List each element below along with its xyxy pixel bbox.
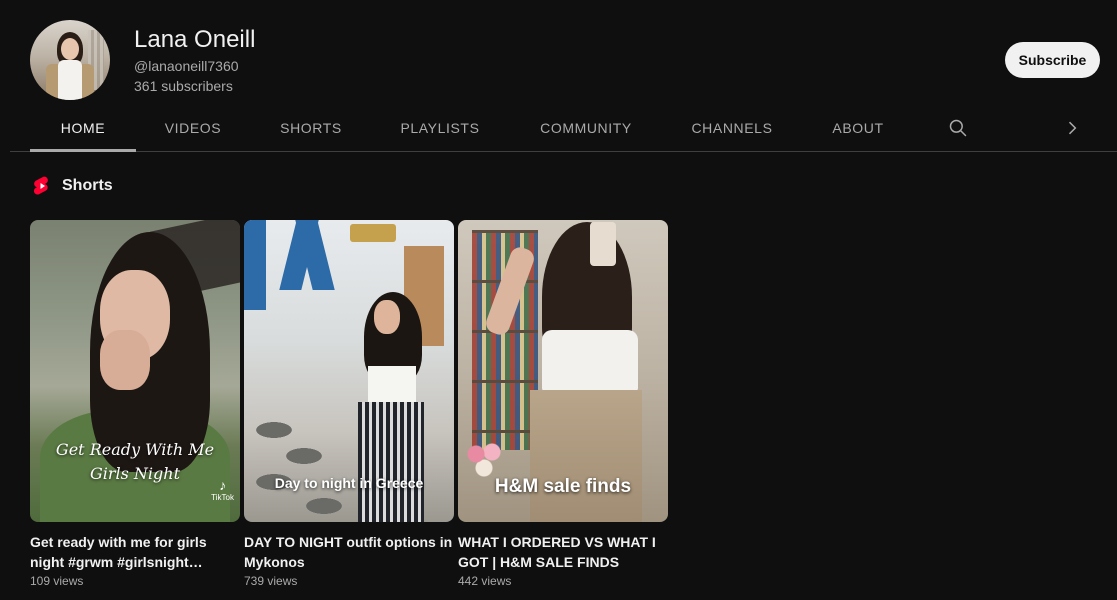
subscriber-count: 361 subscribers bbox=[134, 78, 233, 94]
short-title[interactable]: WHAT I ORDERED VS WHAT I GOT | H&M SALE … bbox=[458, 532, 668, 572]
search-icon[interactable] bbox=[948, 118, 968, 138]
channel-page: Lana Oneill @lanaoneill7360 361 subscrib… bbox=[0, 0, 1117, 600]
short-views: 109 views bbox=[30, 574, 84, 588]
tab-playlists[interactable]: PLAYLISTS bbox=[392, 108, 488, 152]
short-views: 739 views bbox=[244, 574, 298, 588]
short-card: Day to night in Greece DAY TO NIGHT outf… bbox=[244, 220, 454, 588]
thumbnail-overlay-text: Day to night in Greece bbox=[274, 475, 424, 491]
short-title[interactable]: Get ready with me for girls night #grwm … bbox=[30, 532, 240, 572]
short-thumbnail[interactable]: Get Ready With Me Girls Night ♪ TikTok bbox=[30, 220, 240, 522]
chevron-right-icon[interactable] bbox=[1062, 118, 1082, 138]
short-card: Get Ready With Me Girls Night ♪ TikTok G… bbox=[30, 220, 240, 588]
channel-name: Lana Oneill bbox=[134, 26, 256, 53]
tab-home[interactable]: HOME bbox=[30, 108, 136, 152]
channel-handle: @lanaoneill7360 bbox=[134, 58, 239, 74]
tab-about[interactable]: ABOUT bbox=[824, 108, 892, 152]
tab-channels[interactable]: CHANNELS bbox=[682, 108, 782, 152]
short-thumbnail[interactable]: Day to night in Greece bbox=[244, 220, 454, 522]
tab-videos[interactable]: VIDEOS bbox=[156, 108, 230, 152]
thumbnail-overlay-text: Get Ready With Me bbox=[55, 440, 215, 459]
channel-header: Lana Oneill @lanaoneill7360 361 subscrib… bbox=[30, 20, 1100, 100]
short-views: 442 views bbox=[458, 574, 512, 588]
tab-community[interactable]: COMMUNITY bbox=[530, 108, 642, 152]
channel-tabs: HOME VIDEOS SHORTS PLAYLISTS COMMUNITY C… bbox=[10, 108, 1117, 152]
thumbnail-overlay-text: H&M sale finds bbox=[494, 476, 632, 497]
short-title[interactable]: DAY TO NIGHT outfit options in Mykonos bbox=[244, 532, 454, 572]
thumbnail-overlay-text: Girls Night bbox=[89, 464, 181, 483]
tab-shorts[interactable]: SHORTS bbox=[270, 108, 352, 152]
shorts-section-title: Shorts bbox=[62, 177, 113, 194]
tiktok-watermark: ♪ TikTok bbox=[211, 477, 234, 502]
channel-avatar[interactable] bbox=[30, 20, 110, 100]
short-thumbnail[interactable]: H&M sale finds bbox=[458, 220, 668, 522]
subscribe-button[interactable]: Subscribe bbox=[1005, 42, 1100, 78]
short-card: H&M sale finds WHAT I ORDERED VS WHAT I … bbox=[458, 220, 668, 588]
shorts-logo-icon bbox=[34, 176, 48, 195]
